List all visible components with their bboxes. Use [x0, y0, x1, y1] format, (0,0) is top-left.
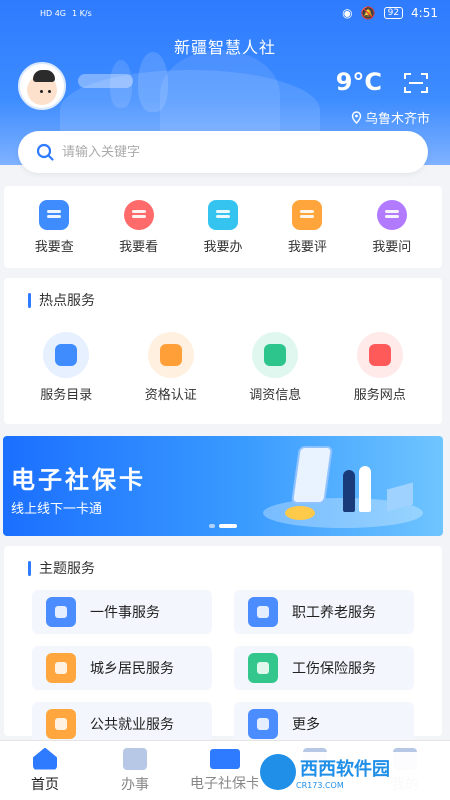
- section-accent-bar: [28, 560, 31, 576]
- theme-services-section: 主题服务 一件事服务 职工养老服务 城乡居民服务 工伤保险服务 公共就业服务 更…: [4, 546, 442, 746]
- hot-service-label: 调资信息: [249, 388, 302, 403]
- banner-coins-illustration: [285, 506, 315, 520]
- watermark-subtext: CR173.COM: [296, 780, 344, 790]
- search-input[interactable]: [62, 144, 392, 160]
- banner-person-illustration: [359, 466, 371, 512]
- avatar[interactable]: [18, 62, 66, 110]
- card-icon: [210, 748, 240, 769]
- grid-plus-icon: [248, 709, 278, 739]
- location[interactable]: 乌鲁木齐市: [351, 108, 430, 127]
- hot-service-catalog[interactable]: 服务目录: [40, 332, 92, 403]
- banner-phone-illustration: [290, 446, 334, 504]
- edit-icon: [123, 747, 147, 770]
- quick-action-handle[interactable]: 我要办: [203, 199, 243, 255]
- tab-e-card[interactable]: 电子社保卡: [185, 741, 265, 800]
- quick-action-query[interactable]: 我要查: [34, 199, 74, 255]
- carousel-dot[interactable]: [209, 524, 215, 528]
- quick-action-label: 我要评: [287, 239, 327, 255]
- hot-service-certify[interactable]: 资格认证: [145, 332, 197, 403]
- quick-action-label: 我要查: [34, 239, 74, 255]
- banner-title: 电子社保卡: [11, 466, 146, 494]
- avatar-eye: [40, 90, 43, 93]
- theme-item-label: 更多: [292, 717, 320, 733]
- theme-item-label: 工伤保险服务: [292, 661, 376, 677]
- quick-action-label: 我要办: [203, 239, 243, 255]
- quick-action-label: 我要看: [119, 239, 159, 255]
- folder-edit-icon: [207, 199, 238, 230]
- banner-person-illustration: [343, 470, 355, 512]
- theme-item-label: 公共就业服务: [90, 717, 174, 733]
- eye-icon: [123, 199, 154, 230]
- star-badge-icon: [46, 597, 76, 627]
- weather-temperature: 9°C: [335, 68, 382, 96]
- question-chat-icon: [376, 199, 407, 230]
- carousel-dot-active[interactable]: [219, 524, 237, 528]
- theme-item-label: 职工养老服务: [292, 605, 376, 621]
- section-accent-bar: [28, 292, 31, 308]
- network-speed: 1 K/s: [72, 8, 92, 18]
- network-indicator: HD 4G: [40, 8, 67, 18]
- tab-services[interactable]: 办事: [95, 741, 175, 800]
- worker-icon: [248, 597, 278, 627]
- theme-item-residents[interactable]: 城乡居民服务: [32, 646, 212, 690]
- search-icon: [36, 143, 54, 161]
- hot-service-salary[interactable]: 调资信息: [249, 332, 301, 403]
- search-bar[interactable]: [18, 131, 428, 173]
- theme-item-label: 一件事服务: [90, 605, 160, 621]
- location-pin-icon: [351, 111, 362, 124]
- search-doc-icon: [39, 199, 70, 230]
- theme-item-one-stop[interactable]: 一件事服务: [32, 590, 212, 634]
- hot-service-label: 服务目录: [40, 388, 93, 403]
- catalog-icon: [43, 332, 90, 378]
- watermark-overlay: 西西软件园 CR173.COM: [258, 752, 430, 792]
- theme-services-title: 主题服务: [39, 561, 95, 577]
- app-title: 新疆智慧人社: [173, 38, 276, 57]
- battery-indicator: 92: [383, 7, 404, 19]
- location-label: 乌鲁木齐市: [364, 112, 430, 127]
- quick-action-ask[interactable]: 我要问: [372, 199, 412, 255]
- hot-services-section: 热点服务 服务目录 资格认证 调资信息 服务网点: [4, 278, 442, 424]
- banner-subtitle: 线上线下一卡通: [11, 502, 103, 517]
- section-title: 热点服务: [4, 278, 442, 310]
- clock: 4:51: [411, 6, 438, 20]
- carousel-indicator[interactable]: [209, 524, 237, 528]
- watermark-text: 西西软件园: [300, 758, 390, 780]
- user-name-blurred[interactable]: [78, 74, 133, 88]
- residents-icon: [46, 653, 76, 683]
- social-security-card-banner[interactable]: 电子社保卡 线上线下一卡通: [3, 436, 443, 536]
- status-bar: HD 4G 1 K/s ◉ 🔕 92 4:51: [0, 0, 450, 26]
- mute-icon: 🔕: [360, 6, 376, 20]
- tab-label: 电子社保卡: [190, 775, 260, 792]
- hot-service-label: 资格认证: [144, 388, 197, 403]
- hot-services-title: 热点服务: [39, 293, 95, 309]
- hot-service-label: 服务网点: [353, 388, 406, 403]
- theme-item-pension[interactable]: 职工养老服务: [234, 590, 414, 634]
- home-icon: [33, 747, 57, 770]
- graduation-icon: [46, 709, 76, 739]
- watermark-logo: [260, 754, 296, 790]
- quick-action-view[interactable]: 我要看: [119, 199, 159, 255]
- heart-icon: [248, 653, 278, 683]
- quick-actions: 我要查 我要看 我要办 我要评 我要问: [4, 186, 442, 268]
- tab-label: 首页: [31, 776, 59, 793]
- certify-icon: [147, 332, 194, 378]
- theme-item-label: 城乡居民服务: [90, 661, 174, 677]
- salary-icon: [252, 332, 299, 378]
- tab-home[interactable]: 首页: [5, 741, 85, 800]
- section-title: 主题服务: [4, 546, 442, 578]
- hot-service-outlets[interactable]: 服务网点: [354, 332, 406, 403]
- decor-hill: [160, 50, 280, 140]
- theme-item-injury-insurance[interactable]: 工伤保险服务: [234, 646, 414, 690]
- location-heart-icon: [356, 332, 403, 378]
- scan-icon[interactable]: [404, 72, 428, 94]
- comment-icon: [292, 199, 323, 230]
- tab-label: 办事: [121, 776, 149, 793]
- eye-comfort-icon: ◉: [342, 6, 353, 20]
- avatar-eye: [48, 90, 51, 93]
- decor-tree: [138, 52, 168, 112]
- quick-action-label: 我要问: [372, 239, 412, 255]
- avatar-hair: [33, 70, 55, 82]
- quick-action-evaluate[interactable]: 我要评: [287, 199, 327, 255]
